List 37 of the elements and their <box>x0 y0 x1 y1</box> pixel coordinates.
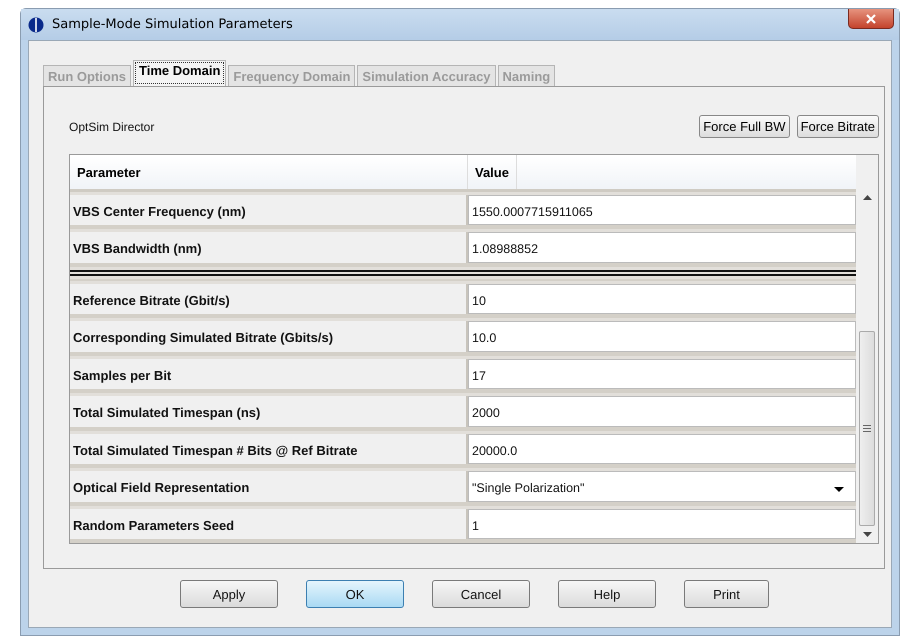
value-field[interactable]: 1 <box>468 508 856 539</box>
value-field[interactable]: 10 <box>468 284 856 314</box>
value-field[interactable]: 10.0 <box>468 321 856 352</box>
table-cell: VBS Center Frequency (nm) <box>70 194 468 225</box>
dialog-button[interactable]: Print <box>684 580 769 608</box>
column-header: Parameter <box>70 155 468 188</box>
table-cell: Reference Bitrate (Gbit/s) <box>70 284 468 314</box>
table-cell: Optical Field Representation <box>70 471 468 502</box>
close-icon[interactable] <box>865 14 877 24</box>
value-field[interactable]: 20000.0 <box>468 434 856 464</box>
dialog-button[interactable]: Cancel <box>432 580 530 608</box>
value-field[interactable]: 2000 <box>468 396 856 426</box>
table-cell: VBS Bandwidth (nm) <box>70 232 468 262</box>
app-icon <box>28 16 44 32</box>
dialog-button[interactable]: OK <box>306 580 404 608</box>
table-cell: Random Parameters Seed <box>70 508 468 539</box>
table-cell: Total Simulated Timespan (ns) <box>70 396 468 426</box>
value-field[interactable]: 1.08988852 <box>468 232 856 262</box>
table-cell: Corresponding Simulated Bitrate (Gbits/s) <box>70 321 468 352</box>
dropdown[interactable]: "Single Polarization" <box>468 471 856 502</box>
value-field[interactable]: 17 <box>468 358 856 389</box>
scroll-thumb[interactable] <box>859 331 875 526</box>
director-label: OptSim Director <box>69 120 154 134</box>
dialog-button[interactable]: Apply <box>180 580 278 608</box>
scroll-down-icon[interactable] <box>862 532 872 537</box>
table-cell: Samples per Bit <box>70 358 468 389</box>
window-title: Sample-Mode Simulation Parameters <box>52 17 294 32</box>
column-header: Value <box>468 155 517 188</box>
toolbar-button[interactable]: Force Full BW <box>699 115 790 138</box>
tab[interactable]: Time Domain <box>133 60 226 86</box>
dropdown-caret-icon[interactable] <box>834 487 844 492</box>
close-button[interactable] <box>848 9 894 29</box>
scroll-up-icon[interactable] <box>862 195 872 200</box>
value-field[interactable]: 1550.0007715911065 <box>468 194 856 225</box>
toolbar-button[interactable]: Force Bitrate <box>796 115 879 138</box>
table-cell: Total Simulated Timespan # Bits @ Ref Bitrate <box>70 434 468 464</box>
dialog-button[interactable]: Help <box>558 580 656 608</box>
